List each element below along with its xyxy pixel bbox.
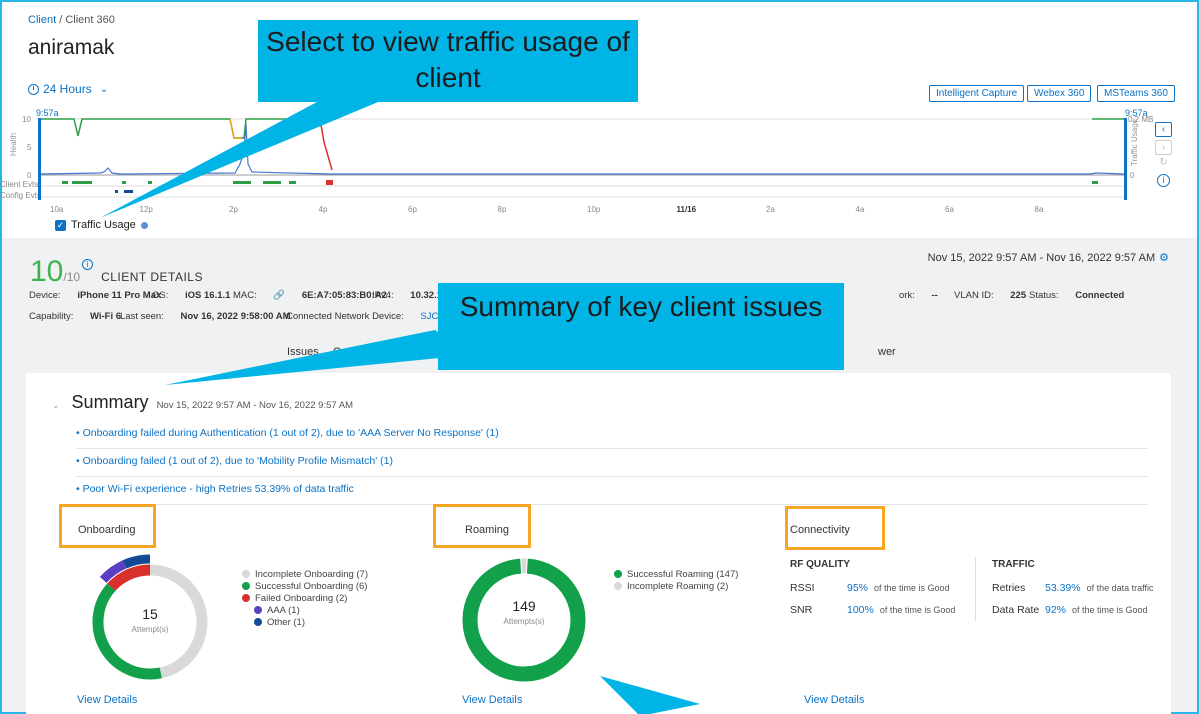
traffic-callout-pointer xyxy=(100,95,395,218)
summary-callout-pointer xyxy=(165,330,470,385)
roaming-callout-pointer xyxy=(600,676,700,714)
traffic-callout: Select to view traffic usage of client xyxy=(258,20,638,102)
summary-callout: Summary of key client issues xyxy=(438,283,844,370)
